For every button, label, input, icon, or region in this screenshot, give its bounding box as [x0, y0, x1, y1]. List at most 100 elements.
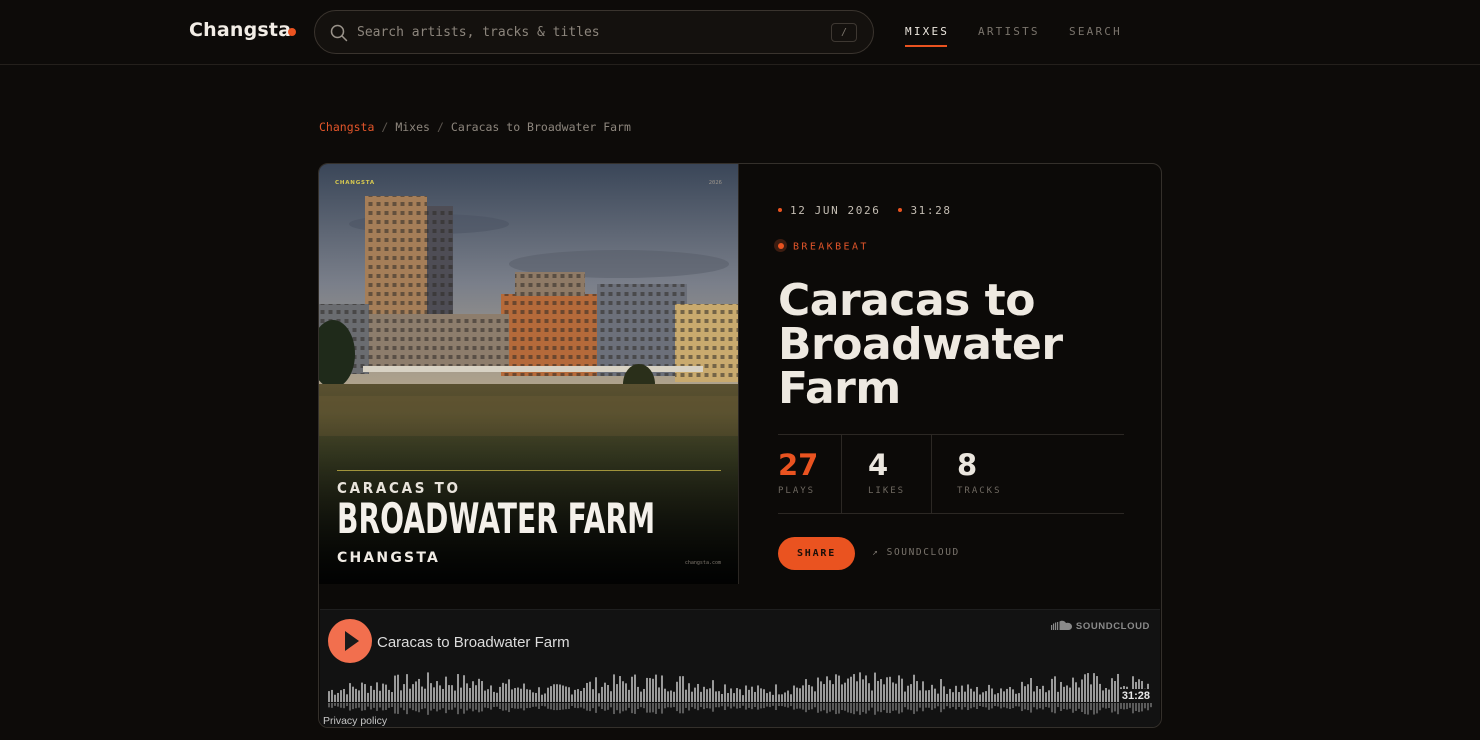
waveform-bar	[424, 688, 426, 702]
privacy-policy-link[interactable]: Privacy policy	[323, 715, 387, 727]
waveform-bar	[736, 688, 738, 702]
waveform-bar	[544, 693, 546, 702]
waveform-reflection-bar	[1000, 703, 1002, 709]
mix-duration: 31:28	[910, 204, 952, 217]
waveform-reflection-bar	[346, 703, 348, 707]
waveform-reflection-bar	[640, 703, 642, 708]
waveform-reflection-bar	[343, 703, 345, 709]
waveform-reflection-bar	[1105, 703, 1107, 709]
brand-dot	[288, 28, 296, 36]
stat-divider	[931, 435, 932, 513]
waveform-bar	[925, 690, 927, 702]
waveform-bar	[583, 687, 585, 702]
waveform-bar	[394, 675, 396, 702]
waveform-bar	[481, 681, 483, 702]
waveform-bar	[1093, 673, 1095, 702]
waveform-reflection-bar	[514, 703, 516, 709]
waveform-reflection-bar	[1087, 703, 1089, 715]
waveform-reflection-bar	[997, 703, 999, 707]
waveform-reflection-bar	[1132, 703, 1134, 714]
waveform-bar	[745, 685, 747, 702]
waveform-reflection-bar	[934, 703, 936, 709]
waveform-bar	[784, 692, 786, 702]
waveform-bar	[619, 676, 621, 702]
waveform-bar	[988, 684, 990, 702]
search-bar[interactable]: /	[314, 10, 874, 54]
waveform-bar	[817, 677, 819, 702]
waveform-reflection-bar	[952, 703, 954, 707]
waveform-reflection-bar	[994, 703, 996, 707]
play-button[interactable]	[328, 619, 372, 663]
waveform-reflection-bar	[835, 703, 837, 715]
breadcrumb-mixes[interactable]: Mixes	[395, 120, 430, 134]
waveform-reflection-bar	[832, 703, 834, 711]
waveform-bar	[607, 685, 609, 702]
waveform-reflection-bar	[775, 703, 777, 711]
waveform-bar	[955, 685, 957, 702]
search-input[interactable]	[357, 20, 817, 44]
waveform-bar	[547, 687, 549, 702]
waveform-reflection-bar	[403, 703, 405, 711]
waveform-bar	[646, 677, 648, 702]
waveform-bar	[820, 681, 822, 702]
soundcloud-badge[interactable]: SOUNDCLOUD	[1050, 621, 1150, 632]
waveform-reflection-bar	[436, 703, 438, 712]
waveform-reflection-bar	[511, 703, 513, 709]
waveform-reflection-bar	[739, 703, 741, 709]
waveform-reflection-bar	[409, 703, 411, 709]
waveform-reflection-bar	[544, 703, 546, 707]
waveform-reflection-bar	[970, 703, 972, 709]
cover-art: CHANGSTA 2026 CARACAS TO BROADWATER FARM…	[319, 164, 739, 584]
waveform-bar	[991, 688, 993, 702]
nav-mixes[interactable]: MIXES	[905, 25, 949, 38]
waveform-bar	[994, 694, 996, 702]
brand-logo[interactable]: Changsta	[189, 19, 291, 41]
waveform-bar	[487, 689, 489, 702]
waveform-bar	[388, 689, 390, 702]
nav-search[interactable]: SEARCH	[1069, 25, 1122, 38]
waveform-bar	[364, 684, 366, 702]
waveform-reflection-bar	[868, 703, 870, 711]
soundcloud-link[interactable]: ↗ SOUNDCLOUD	[872, 547, 960, 558]
breadcrumb-separator: /	[436, 120, 444, 134]
waveform-reflection-bar	[985, 703, 987, 708]
waveform-bar	[442, 688, 444, 702]
stat-divider	[841, 435, 842, 513]
waveform-bar	[625, 683, 627, 702]
waveform-reflection-bar	[895, 703, 897, 711]
waveform-bar	[616, 684, 618, 702]
waveform-bar	[1087, 673, 1089, 702]
nav-artists[interactable]: ARTISTS	[978, 25, 1040, 38]
plays-label: PLAYS	[778, 486, 816, 496]
waveform-bar	[901, 678, 903, 702]
waveform-reflection-bar	[925, 703, 927, 708]
waveform-bar	[910, 684, 912, 702]
waveform-reflection-bar	[523, 703, 525, 711]
waveform-bar	[664, 688, 666, 702]
waveform-bar	[913, 674, 915, 702]
waveform-bar	[709, 688, 711, 702]
waveform-bar	[766, 693, 768, 702]
waveform-reflection-bar	[1135, 703, 1137, 712]
waveform-bar	[895, 683, 897, 702]
waveform-reflection-bar	[619, 703, 621, 714]
genre-tag[interactable]: BREAKBEAT	[774, 239, 869, 257]
share-button[interactable]: SHARE	[778, 537, 855, 570]
waveform-reflection-bar	[358, 703, 360, 708]
breadcrumb-home[interactable]: Changsta	[319, 120, 374, 134]
waveform-reflection-bar	[703, 703, 705, 710]
player-track-title[interactable]: Caracas to Broadwater Farm	[377, 634, 570, 651]
waveform-bar	[781, 694, 783, 702]
waveform-reflection-bar	[667, 703, 669, 708]
waveform[interactable]	[328, 672, 1152, 715]
waveform-reflection-bar	[646, 703, 648, 713]
waveform-reflection-bar	[643, 703, 645, 709]
waveform-bar	[790, 694, 792, 702]
waveform-reflection-bar	[1126, 703, 1128, 710]
waveform-reflection-bar	[820, 703, 822, 712]
waveform-reflection-bar	[499, 703, 501, 710]
waveform-bar	[1006, 688, 1008, 702]
waveform-bar	[826, 676, 828, 702]
waveform-bar	[1063, 686, 1065, 702]
waveform-reflection-bar	[1111, 703, 1113, 713]
